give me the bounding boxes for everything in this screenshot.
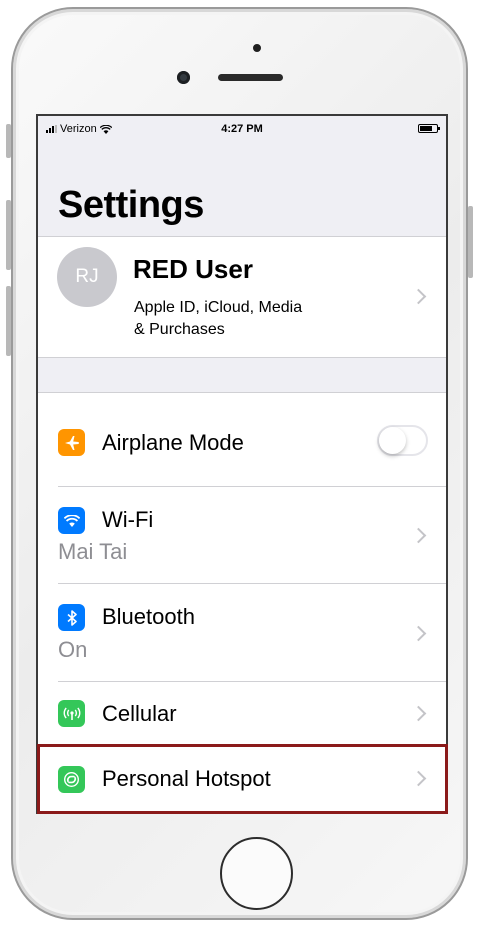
status-time: 4:27 PM xyxy=(221,123,263,135)
mute-switch xyxy=(6,124,11,158)
airplane-mode-toggle[interactable] xyxy=(377,425,428,456)
chevron-right-icon xyxy=(410,705,427,722)
chevron-right-icon xyxy=(410,625,427,642)
page-title: Settings xyxy=(58,184,204,226)
airplane-icon xyxy=(58,429,85,456)
apple-id-profile-row[interactable]: RJ RED User Apple ID, iCloud, Media & Pu… xyxy=(38,236,446,358)
wifi-label: Wi-Fi xyxy=(102,507,154,532)
bluetooth-status: On xyxy=(58,637,88,662)
profile-subtitle-line1: Apple ID, iCloud, Media xyxy=(134,299,303,316)
status-bar: Verizon 4:27 PM xyxy=(38,116,446,142)
chevron-right-icon xyxy=(410,527,427,544)
power-button xyxy=(468,206,473,278)
settings-row-wifi[interactable]: Wi-Fi Mai Tai xyxy=(38,487,446,584)
settings-row-personal-hotspot[interactable]: Personal Hotspot xyxy=(38,746,446,812)
chevron-right-icon xyxy=(410,288,427,305)
toggle-knob xyxy=(379,427,406,454)
personal-hotspot-label: Personal Hotspot xyxy=(102,766,271,791)
settings-row-cellular[interactable]: Cellular xyxy=(38,682,446,746)
settings-row-bluetooth[interactable]: Bluetooth On xyxy=(38,584,446,682)
profile-subtitle-line2: & Purchases xyxy=(134,321,225,338)
cellular-label: Cellular xyxy=(102,701,177,726)
volume-down-button xyxy=(6,286,11,356)
wifi-network-name: Mai Tai xyxy=(58,539,128,564)
home-button[interactable] xyxy=(220,837,293,910)
hotspot-icon xyxy=(58,766,85,793)
settings-screen: Verizon 4:27 PM Settings RJ RED User App… xyxy=(36,114,448,814)
airplane-mode-label: Airplane Mode xyxy=(102,430,244,455)
proximity-sensor xyxy=(253,44,261,52)
chevron-right-icon xyxy=(410,770,427,787)
cellular-icon xyxy=(58,700,85,727)
settings-list: Airplane Mode Wi-Fi Mai Tai Bluetooth On… xyxy=(38,392,446,812)
profile-subtitle: Apple ID, iCloud, Media & Purchases xyxy=(134,297,364,341)
avatar: RJ xyxy=(57,247,117,307)
bluetooth-label: Bluetooth xyxy=(102,604,195,629)
settings-row-airplane-mode[interactable]: Airplane Mode xyxy=(38,393,446,487)
earpiece-speaker xyxy=(218,74,283,81)
battery-icon xyxy=(418,124,440,133)
front-camera xyxy=(177,71,190,84)
bluetooth-icon xyxy=(58,604,85,631)
wifi-icon xyxy=(58,507,85,534)
profile-name: RED User xyxy=(133,254,253,284)
volume-up-button xyxy=(6,200,11,270)
